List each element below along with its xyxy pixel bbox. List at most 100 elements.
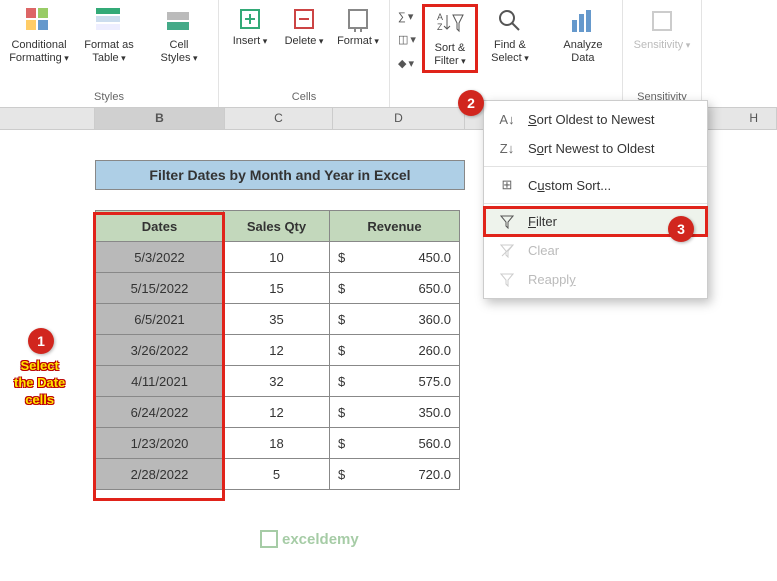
- ribbon-group-styles: Conditional Formatting Format as Table C…: [0, 0, 219, 107]
- sort-filter-label: Sort & Filter: [434, 42, 465, 68]
- analyze-data-label: Analyze Data: [563, 39, 602, 65]
- delete-button[interactable]: Delete: [279, 4, 329, 63]
- table-row[interactable]: 6/5/202135$360.0: [96, 304, 460, 335]
- cell-rev[interactable]: $260.0: [330, 335, 460, 366]
- title-banner: Filter Dates by Month and Year in Excel: [95, 160, 465, 190]
- menu-sort-newest-oldest[interactable]: Z↓ Sort Newest to Oldest: [484, 134, 707, 163]
- group-label-cells: Cells: [292, 91, 316, 105]
- cell-rev[interactable]: $560.0: [330, 428, 460, 459]
- sigma-icon: ∑: [398, 11, 406, 23]
- cell-rev[interactable]: $350.0: [330, 397, 460, 428]
- menu-label: ilter: [536, 214, 557, 229]
- table-row[interactable]: 2/28/20225$720.0: [96, 459, 460, 490]
- clear-filter-icon: [498, 244, 516, 258]
- format-as-table-button[interactable]: Format as Table: [76, 4, 142, 67]
- format-as-table-label: Format as Table: [84, 39, 134, 65]
- cell-rev[interactable]: $575.0: [330, 366, 460, 397]
- cell-qty[interactable]: 12: [224, 397, 330, 428]
- format-button[interactable]: Format: [333, 4, 383, 63]
- sort-filter-icon: AZ: [435, 9, 465, 39]
- menu-sort-oldest-newest[interactable]: A↓ Sort Oldest to Newest: [484, 105, 707, 134]
- column-header-b[interactable]: B: [95, 108, 225, 129]
- analyze-data-icon: [568, 6, 598, 36]
- reapply-icon: [498, 273, 516, 287]
- callout-badge-3: 3: [668, 216, 694, 242]
- fill-button[interactable]: ◫ ▾: [398, 33, 416, 46]
- format-as-table-icon: [94, 6, 124, 36]
- menu-label: ort Oldest to Newest: [537, 112, 655, 127]
- cell-styles-button[interactable]: Cell Styles: [146, 4, 212, 67]
- ribbon-group-sensitivity: Sensitivity Sensitivity: [623, 0, 702, 107]
- data-table: Dates Sales Qty Revenue 5/3/202210$450.0…: [95, 210, 460, 490]
- header-dates: Dates: [96, 211, 224, 242]
- sort-desc-icon: Z↓: [498, 141, 516, 156]
- conditional-formatting-button[interactable]: Conditional Formatting: [6, 4, 72, 67]
- autosum-button[interactable]: ∑ ▾: [398, 10, 416, 23]
- insert-label: Insert: [233, 35, 268, 61]
- find-select-button[interactable]: Find & Select: [482, 4, 538, 67]
- menu-label: stom Sort...: [545, 178, 611, 193]
- cell-qty[interactable]: 10: [224, 242, 330, 273]
- watermark: exceldemy: [260, 530, 359, 548]
- menu-label: rt Newest to Oldest: [544, 141, 655, 156]
- group-label-styles: Styles: [94, 91, 124, 105]
- table-row[interactable]: 5/15/202215$650.0: [96, 273, 460, 304]
- cell-rev[interactable]: $720.0: [330, 459, 460, 490]
- delete-label: Delete: [285, 35, 324, 61]
- table-header-row: Dates Sales Qty Revenue: [96, 211, 460, 242]
- menu-clear: Clear: [484, 236, 707, 265]
- conditional-formatting-icon: [24, 6, 54, 36]
- sensitivity-icon: [647, 6, 677, 36]
- cell-rev[interactable]: $650.0: [330, 273, 460, 304]
- cell-date[interactable]: 6/5/2021: [96, 304, 224, 335]
- cell-qty[interactable]: 32: [224, 366, 330, 397]
- sort-asc-icon: A↓: [498, 112, 516, 127]
- menu-custom-sort[interactable]: ⊞ Custom Sort...: [484, 170, 707, 200]
- ribbon: Conditional Formatting Format as Table C…: [0, 0, 777, 108]
- cell-qty[interactable]: 35: [224, 304, 330, 335]
- menu-label: Clear: [528, 243, 559, 258]
- format-label: Format: [337, 35, 379, 61]
- menu-separator: [484, 166, 707, 167]
- callout-text-1: Select the Date cells: [14, 358, 65, 409]
- ribbon-group-cells: Insert Delete Format Cells: [219, 0, 390, 107]
- cell-date[interactable]: 2/28/2022: [96, 459, 224, 490]
- ribbon-group-analysis: Analyze Data: [544, 0, 623, 107]
- sort-filter-button[interactable]: AZ Sort & Filter: [422, 4, 478, 73]
- cell-qty[interactable]: 5: [224, 459, 330, 490]
- conditional-formatting-label: Conditional Formatting: [9, 39, 69, 65]
- column-header-c[interactable]: C: [225, 108, 333, 129]
- menu-separator: [484, 203, 707, 204]
- header-rev: Revenue: [330, 211, 460, 242]
- table-row[interactable]: 3/26/202212$260.0: [96, 335, 460, 366]
- sensitivity-label: Sensitivity: [634, 39, 691, 65]
- table-row[interactable]: 4/11/202132$575.0: [96, 366, 460, 397]
- table-row[interactable]: 6/24/202212$350.0: [96, 397, 460, 428]
- header-qty: Sales Qty: [224, 211, 330, 242]
- svg-text:A: A: [437, 12, 443, 22]
- clear-button[interactable]: ◆ ▾: [398, 57, 416, 70]
- table-row[interactable]: 1/23/202018$560.0: [96, 428, 460, 459]
- cell-date[interactable]: 1/23/2020: [96, 428, 224, 459]
- cell-styles-label: Cell Styles: [161, 39, 198, 65]
- callout-badge-2: 2: [458, 90, 484, 116]
- cell-rev[interactable]: $360.0: [330, 304, 460, 335]
- insert-button[interactable]: Insert: [225, 4, 275, 63]
- cell-date[interactable]: 3/26/2022: [96, 335, 224, 366]
- eraser-icon: ◆: [398, 57, 406, 70]
- cell-date[interactable]: 5/15/2022: [96, 273, 224, 304]
- find-select-icon: [495, 6, 525, 36]
- table-row[interactable]: 5/3/202210$450.0: [96, 242, 460, 273]
- cell-date[interactable]: 5/3/2022: [96, 242, 224, 273]
- cell-date[interactable]: 4/11/2021: [96, 366, 224, 397]
- cell-rev[interactable]: $450.0: [330, 242, 460, 273]
- cell-date[interactable]: 6/24/2022: [96, 397, 224, 428]
- cell-qty[interactable]: 15: [224, 273, 330, 304]
- cell-qty[interactable]: 12: [224, 335, 330, 366]
- analyze-data-button[interactable]: Analyze Data: [550, 4, 616, 67]
- sort-filter-menu: A↓ Sort Oldest to Newest Z↓ Sort Newest …: [483, 100, 708, 299]
- insert-icon: [237, 6, 263, 32]
- column-header-d[interactable]: D: [333, 108, 465, 129]
- cell-qty[interactable]: 18: [224, 428, 330, 459]
- cell-styles-icon: [164, 6, 194, 36]
